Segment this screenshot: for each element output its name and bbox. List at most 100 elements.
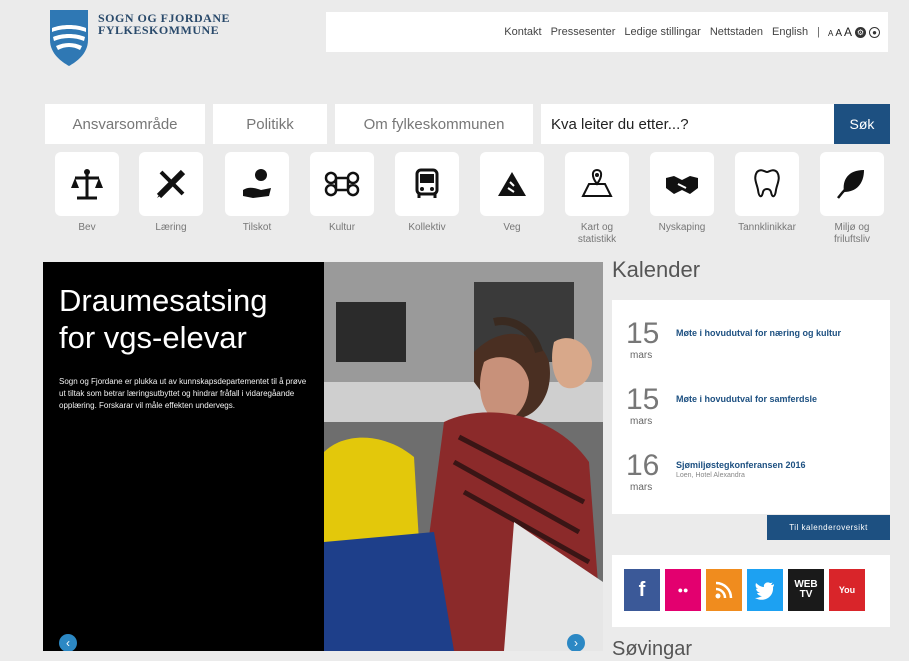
hero-photo[interactable] — [324, 262, 603, 651]
category-kollektiv[interactable]: Kollektiv — [392, 152, 462, 234]
calendar-event[interactable]: 15 mars Møte i hovudutval for samferdsle — [612, 384, 890, 444]
nav-separator: | — [817, 26, 820, 38]
top-navigation: Kontakt Pressesenter Ledige stillingar N… — [326, 12, 888, 52]
contrast-icon[interactable]: ● — [869, 26, 880, 38]
youtube-button[interactable]: You — [829, 569, 865, 611]
event-month: mars — [630, 416, 653, 427]
twitter-button[interactable] — [747, 569, 783, 611]
settings-icon[interactable]: ⚙ — [855, 26, 866, 38]
bus-icon — [415, 168, 439, 198]
event-title[interactable]: Møte i hovudutval for næring og kultur — [676, 326, 876, 340]
leaf-icon — [837, 170, 864, 199]
text-size-controls: AAA — [826, 25, 852, 39]
nav-link-english[interactable]: English — [772, 26, 808, 38]
category-nyskaping-box — [650, 152, 714, 216]
text-size-small[interactable]: A — [828, 29, 833, 38]
text-size-medium[interactable]: A — [835, 28, 842, 39]
command-key-icon — [324, 171, 360, 197]
category-label: Miljø og friluftsliv — [833, 222, 871, 245]
category-label: Kart og statistikk — [577, 222, 617, 245]
nav-link-kontakt[interactable]: Kontakt — [504, 26, 541, 38]
tooth-icon — [754, 169, 780, 198]
calendar-event[interactable]: 16 mars Sjømiljøstegkonferansen 2016 Loe… — [612, 450, 890, 510]
category-kultur-box — [310, 152, 374, 216]
facebook-button[interactable]: f — [624, 569, 660, 611]
category-label: Kollektiv — [408, 222, 446, 233]
main-menu: Ansvarsområde Politikk Om fylkeskommunen — [45, 104, 541, 144]
map-icon — [581, 168, 613, 197]
category-kart-box — [565, 152, 629, 216]
search-button[interactable]: Søk — [834, 104, 890, 144]
category-nyskaping[interactable]: Nyskaping — [647, 152, 717, 234]
text-size-large[interactable]: A — [844, 25, 852, 39]
category-kollektiv-box — [395, 152, 459, 216]
category-icons: Bev Læring Tilskot Kultur Kollektiv Veg … — [52, 152, 892, 248]
hero-carousel[interactable]: Draumesatsing for vgs-elevar Sogn og Fjo… — [43, 262, 603, 651]
search-input[interactable] — [541, 104, 834, 144]
hero-body: Sogn og Fjordane er plukka ut av kunnska… — [59, 377, 307, 410]
category-miljo-og-friluftsliv[interactable]: Miljø og friluftsliv — [817, 152, 887, 246]
carousel-prev-button[interactable]: ‹ — [59, 634, 77, 651]
webtv-button[interactable]: WEB TV — [788, 569, 824, 611]
money-hand-icon — [243, 169, 271, 198]
event-day: 15 — [626, 317, 660, 350]
category-label: Veg — [503, 222, 521, 233]
category-label: Tannklinikkar — [738, 222, 796, 233]
menu-item-om-fylkeskommunen[interactable]: Om fylkeskommunen — [335, 104, 533, 144]
menu-item-politikk[interactable]: Politikk — [213, 104, 327, 144]
category-bev-box — [55, 152, 119, 216]
top-bar: SOGN OG FJORDANE FYLKESKOMMUNE Kontakt P… — [0, 0, 909, 66]
category-label: Bev — [78, 222, 96, 233]
shield-logo-icon — [50, 10, 88, 66]
logo-text: SOGN OG FJORDANE FYLKESKOMMUNE — [98, 12, 230, 36]
event-month: mars — [630, 482, 653, 493]
event-day: 15 — [626, 383, 660, 416]
social-media-panel: f ●● WEB TV You — [612, 555, 890, 627]
category-label: Nyskaping — [658, 222, 706, 233]
hero-text-panel: Draumesatsing for vgs-elevar Sogn og Fjo… — [43, 262, 324, 651]
category-laering-box — [139, 152, 203, 216]
category-tannklinikkar[interactable]: Tannklinikkar — [732, 152, 802, 234]
event-title[interactable]: Sjømiljøstegkonferansen 2016 — [676, 458, 876, 472]
road-icon — [498, 172, 526, 196]
nav-link-nettstaden[interactable]: Nettstaden — [710, 26, 763, 38]
bottom-section-heading: Søvingar — [612, 638, 693, 660]
twitter-bird-icon — [755, 582, 774, 600]
category-veg-box — [480, 152, 544, 216]
hero-title[interactable]: Draumesatsing for vgs-elevar — [59, 282, 309, 356]
category-kart-og-statistikk[interactable]: Kart og statistikk — [562, 152, 632, 246]
hero-photo-illustration — [324, 262, 603, 651]
nav-link-ledige-stillingar[interactable]: Ledige stillingar — [624, 26, 700, 38]
webtv-line-2: TV — [799, 589, 813, 600]
calendar-event[interactable]: 15 mars Møte i hovudutval for næring og … — [612, 318, 890, 378]
pencil-ruler-icon — [156, 169, 186, 199]
category-laering[interactable]: Læring — [136, 152, 206, 234]
category-bev[interactable]: Bev — [52, 152, 122, 234]
carousel-next-button[interactable]: › — [567, 634, 585, 651]
category-tann-box — [735, 152, 799, 216]
category-label: Læring — [155, 222, 187, 233]
category-label: Kultur — [328, 222, 356, 233]
logo-line-2: FYLKESKOMMUNE — [98, 23, 220, 37]
calendar-heading: Kalender — [612, 257, 701, 282]
rss-icon — [715, 581, 733, 599]
event-month: mars — [630, 350, 653, 361]
site-logo[interactable]: SOGN OG FJORDANE FYLKESKOMMUNE — [48, 10, 328, 66]
calendar-overview-button[interactable]: Til kalenderoversikt — [767, 515, 890, 540]
nav-link-pressesenter[interactable]: Pressesenter — [551, 26, 616, 38]
event-title[interactable]: Møte i hovudutval for samferdsle — [676, 392, 876, 406]
scale-icon — [71, 169, 103, 200]
handshake-icon — [666, 176, 698, 194]
category-kultur[interactable]: Kultur — [307, 152, 377, 234]
category-tilskot-box — [225, 152, 289, 216]
event-day: 16 — [626, 449, 660, 482]
calendar-panel: 15 mars Møte i hovudutval for næring og … — [612, 300, 890, 514]
category-tilskot[interactable]: Tilskot — [222, 152, 292, 234]
category-veg[interactable]: Veg — [477, 152, 547, 234]
rss-button[interactable] — [706, 569, 742, 611]
category-miljo-box — [820, 152, 884, 216]
category-label: Tilskot — [242, 222, 272, 233]
event-location: Loen, Hotel Alexandra — [676, 472, 745, 479]
menu-item-ansvarsomrade[interactable]: Ansvarsområde — [45, 104, 205, 144]
flickr-button[interactable]: ●● — [665, 569, 701, 611]
